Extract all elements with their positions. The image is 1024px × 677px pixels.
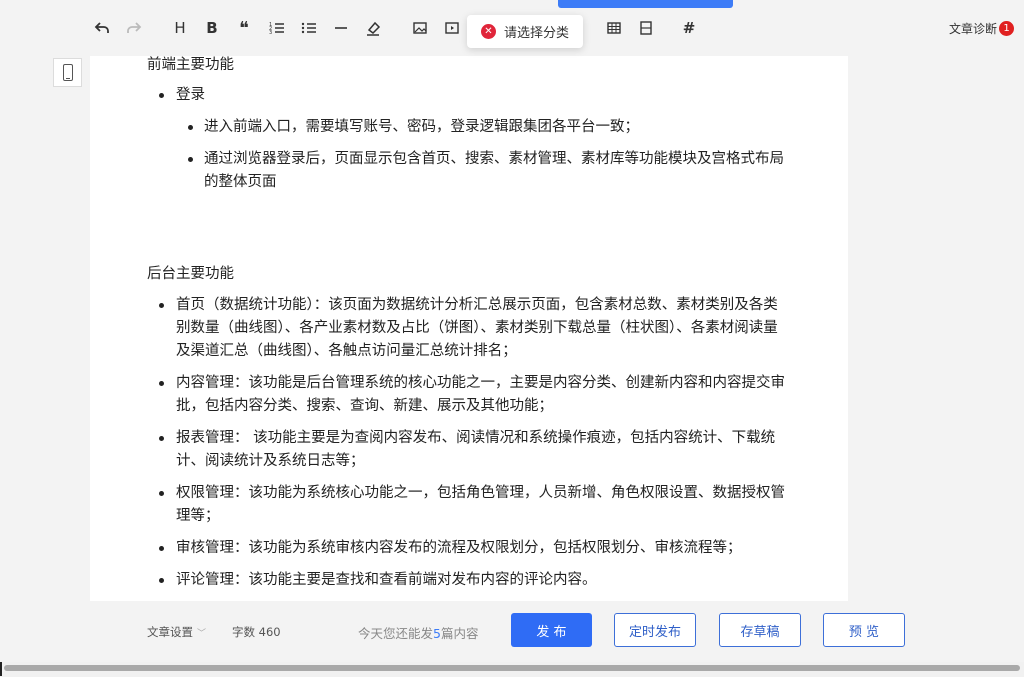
list-item: 评论管理：该功能主要是查找和查看前端对发布内容的评论内容。	[147, 569, 790, 592]
editor-document[interactable]: 前端主要功能 登录 进入前端入口，需要填写账号、密码，登录逻辑跟集团各平台一致；…	[90, 56, 848, 601]
list-item: 首页（数据统计功能）：该页面为数据统计分析汇总展示页面，包含素材总数、素材类别及…	[147, 294, 790, 363]
code-block-icon[interactable]	[632, 14, 660, 42]
list-item: 通过浏览器登录后，页面显示包含首页、搜索、素材管理、素材库等功能模块及宫格式布局…	[176, 148, 786, 194]
phone-icon	[62, 64, 73, 81]
diagnosis-label: 文章诊断	[948, 22, 997, 36]
quote-icon[interactable]: ❝	[230, 14, 258, 42]
remaining-posts-count: 5	[433, 626, 441, 641]
list-item: 权限管理：该功能为系统核心功能之一，包括角色管理，人员新增、角色权限设置、数据授…	[147, 482, 790, 528]
eraser-icon[interactable]	[359, 14, 387, 42]
list-item: 进入前端入口，需要填写账号、密码，登录逻辑跟集团各平台一致；	[176, 116, 796, 139]
horizontal-scrollbar[interactable]	[0, 662, 1024, 677]
scrollbar-edge	[0, 662, 2, 676]
heading-icon[interactable]: H	[166, 14, 194, 42]
redo-icon[interactable]	[120, 14, 148, 42]
publish-bar: 文章设置 ﹀ 字数 460 今天您还能发5篇内容 发 布 定时发布 存草稿 预 览	[0, 601, 1024, 661]
list-item: 报表管理： 该功能主要是为查阅内容发布、阅读情况和系统操作痕迹，包括内容统计、下…	[147, 427, 790, 473]
login-label: 登录	[176, 87, 205, 103]
mobile-preview-toggle[interactable]	[53, 58, 82, 87]
ordered-list-icon[interactable]: 123	[263, 14, 291, 42]
toast-message: 请选择分类	[504, 26, 570, 41]
image-icon[interactable]	[406, 14, 434, 42]
article-diagnosis-button[interactable]: 文章诊断 1	[949, 20, 1014, 37]
divider-icon[interactable]	[327, 14, 355, 42]
backend-list: 首页（数据统计功能）：该页面为数据统计分析汇总展示页面，包含素材总数、素材类别及…	[147, 294, 790, 592]
frontend-list: 登录 进入前端入口，需要填写账号、密码，登录逻辑跟集团各平台一致； 通过浏览器登…	[147, 84, 797, 194]
active-tab-indicator	[558, 0, 733, 8]
schedule-publish-button[interactable]: 定时发布	[614, 613, 696, 647]
table-icon[interactable]	[600, 14, 628, 42]
video-icon[interactable]	[438, 14, 466, 42]
scrollbar-thumb[interactable]	[4, 665, 1020, 671]
login-sublist: 进入前端入口，需要填写账号、密码，登录逻辑跟集团各平台一致； 通过浏览器登录后，…	[176, 116, 796, 194]
list-item: 内容管理：该功能是后台管理系统的核心功能之一，主要是内容分类、创建新内容和内容提…	[147, 372, 790, 418]
list-item: 登录 进入前端入口，需要填写账号、密码，登录逻辑跟集团各平台一致； 通过浏览器登…	[147, 84, 797, 194]
chevron-down-icon: ﹀	[197, 629, 207, 639]
list-item: 审核管理：该功能为系统审核内容发布的流程及权限划分，包括权限划分、审核流程等；	[147, 537, 790, 560]
x-circle-icon: ✕	[481, 24, 496, 39]
error-toast: ✕ 请选择分类	[467, 15, 584, 48]
svg-text:3: 3	[269, 30, 272, 36]
publish-button[interactable]: 发 布	[511, 613, 592, 647]
hashtag-icon[interactable]: #	[675, 14, 703, 42]
article-settings-label: 文章设置	[147, 625, 193, 639]
bold-icon[interactable]: B	[198, 14, 226, 42]
section-title-frontend: 前端主要功能	[147, 57, 234, 73]
word-count: 字数 460	[232, 625, 281, 639]
diagnosis-count-badge: 1	[999, 21, 1014, 36]
bullet-list-icon[interactable]	[295, 14, 323, 42]
section-title-backend: 后台主要功能	[147, 266, 234, 282]
remaining-posts-text: 今天您还能发5篇内容	[358, 626, 479, 641]
preview-button[interactable]: 预 览	[823, 613, 905, 647]
undo-icon[interactable]	[88, 14, 116, 42]
save-draft-button[interactable]: 存草稿	[719, 613, 801, 647]
article-settings-dropdown[interactable]: 文章设置 ﹀	[147, 624, 206, 640]
